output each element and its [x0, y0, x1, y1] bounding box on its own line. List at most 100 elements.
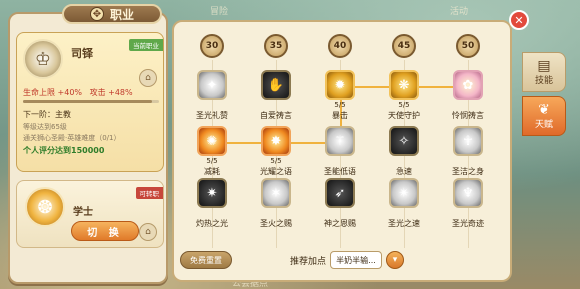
panel-title-tab: ✥ 职业 — [62, 4, 162, 24]
talent-node[interactable]: ✸ 5/5 光耀之语 — [246, 126, 306, 177]
talent-icon: ☥ — [453, 126, 483, 156]
talent-icon: ⚚ — [325, 126, 355, 156]
talent-label: 急速 — [396, 167, 412, 176]
switch-job-button[interactable]: 切 换 — [71, 221, 139, 241]
talent-points — [246, 209, 306, 217]
tab-talents[interactable]: ❦ 天赋 — [522, 96, 566, 136]
advancement-progress — [23, 100, 159, 103]
talent-points: 5/5 — [270, 157, 282, 165]
talent-node[interactable]: ⚚ 圣能低语 — [310, 126, 370, 177]
level-badge: 30 — [200, 34, 224, 58]
talent-node[interactable]: ➶ 神之恩赐 — [310, 178, 370, 229]
talent-points: 5/5 — [398, 101, 410, 109]
talent-label: 圣光奇迹 — [452, 219, 484, 228]
talent-node[interactable]: ❋ 5/5 天使守护 — [374, 70, 434, 121]
talent-node[interactable]: ✧ 急速 — [374, 126, 434, 177]
talent-label: 怜悯祷言 — [452, 111, 484, 120]
map-label-adventure: 冒险 — [210, 7, 229, 17]
info-icon[interactable]: ⌂ — [139, 69, 157, 87]
talent-node[interactable]: ✋ 自爱祷言 — [246, 70, 306, 121]
talent-icon: ✋ — [261, 70, 291, 100]
talent-icon: ✦ — [197, 70, 227, 100]
talent-icon: ♆ — [453, 178, 483, 208]
tab-skills-label: 技能 — [534, 75, 553, 86]
book-icon: ▤ — [537, 57, 551, 74]
current-job-card[interactable]: ♔ 司铎 当前职业 ⌂ 生命上限 +40% 攻击 +48% 下一阶：主教 等级达… — [16, 32, 164, 172]
talent-icon: ✴ — [389, 178, 419, 208]
talent-node[interactable]: ✴ 圣光之速 — [374, 178, 434, 229]
scholar-emblem-icon: ❂ — [25, 187, 65, 227]
other-job-name: 学士 — [73, 207, 93, 218]
stat-hp: 生命上限 +40% — [23, 88, 83, 97]
req-level: 等级达到65级 — [23, 123, 67, 131]
talent-icon: ✸ — [261, 126, 291, 156]
talent-node[interactable]: ✿ 怜悯祷言 — [438, 70, 498, 121]
tab-talents-label: 天赋 — [534, 119, 553, 130]
level-badge: 45 — [392, 34, 416, 58]
talent-label: 光耀之语 — [260, 167, 292, 176]
talent-node[interactable]: ☥ 圣洁之身 — [438, 126, 498, 177]
talent-icon: ✶ — [261, 178, 291, 208]
info-icon-2[interactable]: ⌂ — [139, 223, 157, 241]
talent-icon: ✷ — [197, 178, 227, 208]
talent-points — [182, 101, 242, 109]
talent-icon: ✺ — [197, 126, 227, 156]
talent-node[interactable]: ✹ 5/5 暴击 — [310, 70, 370, 121]
talent-points — [374, 209, 434, 217]
talent-label: 圣能低语 — [324, 167, 356, 176]
talent-label: 圣光礼赞 — [196, 111, 228, 120]
talent-points: 5/5 — [334, 101, 346, 109]
talent-node[interactable]: ✶ 圣火之赐 — [246, 178, 306, 229]
current-job-badge: 当前职业 — [129, 39, 163, 51]
job-panel: ✥ 职业 ♔ 司铎 当前职业 ⌂ 生命上限 +40% 攻击 +48% 下一阶：主… — [8, 4, 168, 284]
talent-points — [310, 209, 370, 217]
talent-points: 5/5 — [206, 157, 218, 165]
talent-icon: ✿ — [453, 70, 483, 100]
recommend-select[interactable]: 半奶半输... — [330, 251, 382, 269]
talent-label: 灼热之光 — [196, 219, 228, 228]
talent-label: 减耗 — [204, 167, 220, 176]
talent-icon: ➶ — [325, 178, 355, 208]
advancement-progress-fill — [23, 100, 153, 103]
free-reset-button[interactable]: 免费重置 — [180, 251, 232, 269]
talent-label: 神之恩赐 — [324, 219, 356, 228]
talent-icon: ✧ — [389, 126, 419, 156]
talent-label: 圣光之速 — [388, 219, 420, 228]
req-dungeon: 通关狮心圣殿·英雄难度（0/1） — [23, 134, 121, 142]
panel-title: 职业 — [109, 7, 134, 22]
current-job-name: 司铎 — [71, 47, 93, 60]
talent-node[interactable]: ✷ 灼热之光 — [182, 178, 242, 229]
talent-points — [182, 209, 242, 217]
talent-node[interactable]: ✦ 圣光礼赞 — [182, 70, 242, 121]
chevron-down-icon[interactable]: ▾ — [386, 251, 404, 269]
talent-points — [246, 101, 306, 109]
talent-label: 暴击 — [332, 111, 348, 120]
level-badge: 50 — [456, 34, 480, 58]
other-job-card[interactable]: ❂ 学士 可转职 切 换 ⌂ — [16, 180, 164, 248]
talent-node[interactable]: ✺ 5/5 减耗 — [182, 126, 242, 177]
level-badge: 40 — [328, 34, 352, 58]
talent-label: 自爱祷言 — [260, 111, 292, 120]
close-icon[interactable]: ✕ — [509, 10, 529, 30]
req-score: 个人评分达到150000 — [23, 146, 105, 155]
talent-label: 天使守护 — [388, 111, 420, 120]
stat-attack: 攻击 +48% — [89, 88, 133, 97]
next-tier-title: 下一阶：主教 — [23, 110, 71, 119]
talent-points — [374, 157, 434, 165]
talent-points — [438, 101, 498, 109]
compass-icon: ✥ — [89, 7, 104, 21]
talent-icon: ❋ — [389, 70, 419, 100]
talent-icon: ✹ — [325, 70, 355, 100]
job-stats: 生命上限 +40% 攻击 +48% — [23, 87, 138, 98]
talent-points — [438, 209, 498, 217]
talent-label: 圣洁之身 — [452, 167, 484, 176]
level-badge: 35 — [264, 34, 288, 58]
tab-skills[interactable]: ▤ 技能 — [522, 52, 566, 92]
talent-label: 圣火之赐 — [260, 219, 292, 228]
recommend-label: 推荐加点 — [290, 257, 327, 267]
other-job-badge: 可转职 — [135, 187, 163, 199]
priest-emblem-icon: ♔ — [23, 39, 63, 79]
talent-points — [310, 157, 370, 165]
wing-icon: ❦ — [538, 101, 550, 118]
talent-node[interactable]: ♆ 圣光奇迹 — [438, 178, 498, 229]
